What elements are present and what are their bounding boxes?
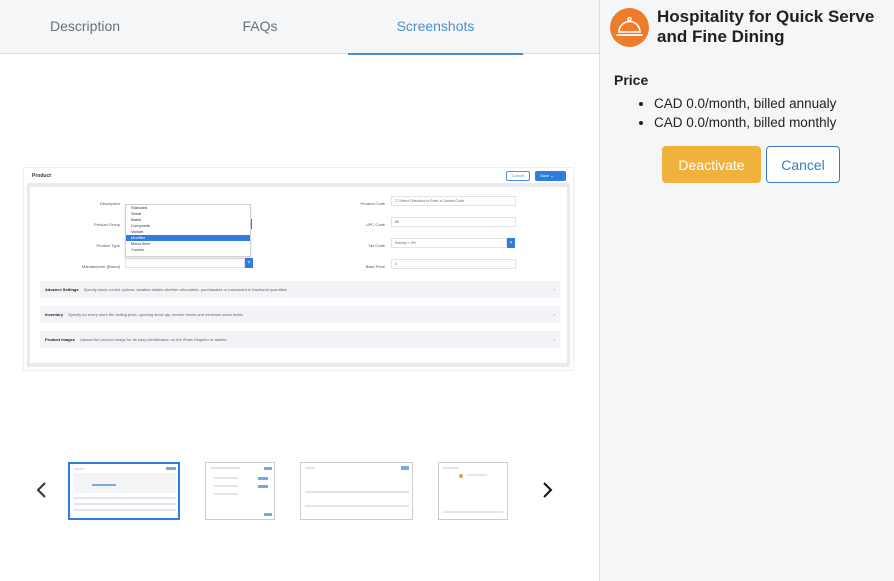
carousel-prev-button[interactable] <box>30 478 54 502</box>
thumb-detail <box>214 485 238 487</box>
app-window: Description FAQs Screenshots Product Can… <box>0 0 894 581</box>
tab-bar: Description FAQs Screenshots <box>0 0 599 55</box>
field-label-upc-code: UPC Code <box>365 222 385 227</box>
field-label-product-group: Product Group <box>93 222 120 227</box>
product-title: Hospitality for Quick Serve and Fine Din… <box>657 7 875 46</box>
upc-code-input: 88 <box>391 217 516 227</box>
screenshot-thumbnail-3[interactable] <box>300 462 413 520</box>
thumb-detail <box>74 497 176 499</box>
add-tax-icon: × <box>507 238 515 248</box>
thumb-detail <box>210 467 240 469</box>
tab-description[interactable]: Description <box>0 0 170 54</box>
thumb-detail <box>214 493 238 495</box>
field-label-manufacturer: Manufacturer (Brand) <box>81 264 120 269</box>
thumb-detail <box>305 505 409 507</box>
section-title: Product Images <box>45 337 76 342</box>
thumb-detail <box>258 477 268 480</box>
field-label-product-type: Product Type <box>96 243 121 248</box>
section-advance-settings: Advance Settings Specify stock control op… <box>40 281 560 298</box>
tab-faqs[interactable]: FAQs <box>175 0 345 54</box>
screenshot-save-label: Save <box>540 173 550 178</box>
section-product-images: Product Images Upload the product image f… <box>40 331 560 348</box>
screenshot-title: Product <box>32 173 51 179</box>
screenshot-thumbnail-4[interactable] <box>438 462 508 520</box>
section-inventory: Inventory Specify for every store the sel… <box>40 306 560 323</box>
thumb-detail <box>467 474 487 476</box>
thumb-detail <box>166 467 176 470</box>
chevron-down-icon: ⌄ <box>550 173 554 178</box>
chevron-left-icon <box>36 482 46 498</box>
thumb-detail <box>258 485 268 488</box>
add-manufacturer-icon: × <box>245 258 253 268</box>
thumb-detail <box>74 503 176 505</box>
thumb-detail <box>401 466 409 470</box>
tax-code-input: Exempt = 0% <box>391 238 507 248</box>
screenshots-panel: Description FAQs Screenshots Product Can… <box>0 0 599 581</box>
product-logo <box>610 8 649 47</box>
thumb-detail <box>443 467 459 469</box>
price-annual: CAD 0.0/month, billed annualy <box>654 95 836 114</box>
manufacturer-input <box>125 258 245 268</box>
section-desc: Specify stock control options, taxation … <box>83 287 287 292</box>
carousel-next-button[interactable] <box>535 478 559 502</box>
base-price-input: 0 <box>391 259 516 269</box>
chevron-right-icon <box>543 482 553 498</box>
thumb-detail <box>92 484 116 486</box>
chevron-right-icon: › <box>553 287 555 292</box>
price-monthly: CAD 0.0/month, billed monthly <box>654 114 836 133</box>
section-desc: Specify for every store the selling pric… <box>68 312 244 317</box>
chevron-right-icon: › <box>553 337 555 342</box>
cancel-button[interactable]: Cancel <box>766 146 840 183</box>
price-list: CAD 0.0/month, billed annualy CAD 0.0/mo… <box>654 95 836 133</box>
product-details-panel: Hospitality for Quick Serve and Fine Din… <box>599 0 894 581</box>
field-label-base-price: Base Price <box>365 264 385 269</box>
screenshot-form: Description Product Group Product Type M… <box>30 187 567 363</box>
section-title: Inventory <box>45 312 64 317</box>
field-label-tax-code: Tax Code <box>368 243 385 248</box>
thumb-detail <box>443 511 503 513</box>
section-desc: Upload the product image for its easy id… <box>80 337 227 342</box>
thumb-detail <box>305 491 409 493</box>
price-label: Price <box>614 72 649 88</box>
thumb-detail <box>305 467 315 469</box>
thumb-detail <box>264 513 272 516</box>
thumb-detail <box>74 509 176 511</box>
screenshot-save-button: Save ⌄ <box>535 171 566 181</box>
thumb-detail <box>74 473 176 493</box>
thumb-dot <box>459 474 463 478</box>
dropdown-option: Combo <box>131 247 144 252</box>
main-screenshot: Product Cancel Save ⌄ Description Produc… <box>24 168 573 370</box>
thumb-detail <box>214 477 238 479</box>
thumb-detail <box>264 467 272 470</box>
section-title: Advance Settings <box>45 287 79 292</box>
screenshot-form-frame: Description Product Group Product Type M… <box>27 183 570 367</box>
cloche-icon <box>616 16 643 36</box>
product-code-hint: Select Checkbox to Enter a Custom Code <box>399 199 464 203</box>
field-label-product-code: Product Code <box>360 201 385 206</box>
screenshot-cancel-button: Cancel <box>506 171 530 181</box>
deactivate-button[interactable]: Deactivate <box>662 146 761 183</box>
chevron-right-icon: › <box>553 312 555 317</box>
screenshot-thumbnail-2[interactable] <box>205 462 275 520</box>
tab-screenshots[interactable]: Screenshots <box>348 0 523 55</box>
screenshot-thumbnail-1[interactable] <box>68 462 180 520</box>
thumb-detail <box>74 468 84 470</box>
product-code-input: ☐ Select Checkbox to Enter a Custom Code <box>391 196 516 206</box>
product-type-dropdown: Standard Serial Batch Composite Variant … <box>125 204 251 257</box>
field-label-description: Description <box>99 201 120 206</box>
